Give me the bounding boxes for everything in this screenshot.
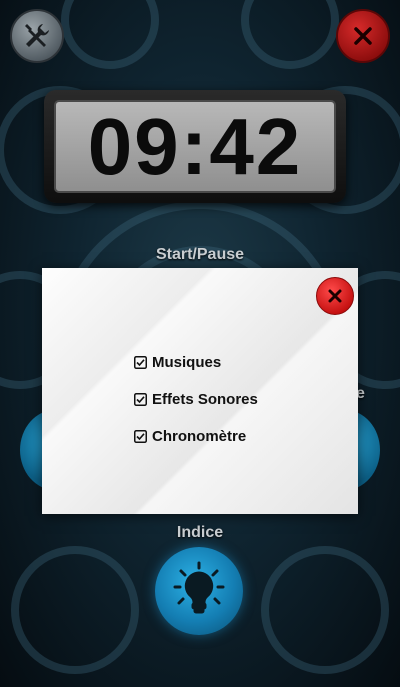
timer-screen: 09:42 — [54, 100, 336, 193]
close-icon — [328, 289, 342, 303]
option-chronometre[interactable]: Chronomètre — [134, 418, 258, 455]
option-musiques[interactable]: Musiques — [134, 344, 258, 381]
option-label: Musiques — [152, 354, 222, 371]
tools-icon — [25, 24, 49, 47]
option-label: Chronomètre — [152, 428, 247, 445]
settings-button[interactable] — [10, 9, 64, 63]
option-effets-sonores[interactable]: Effets Sonores — [134, 381, 258, 418]
checkbox-checked-icon[interactable] — [134, 393, 147, 406]
checkbox-checked-icon[interactable] — [134, 430, 147, 443]
start-pause-label: Start/Pause — [155, 246, 245, 263]
timer-display: 09:42 — [44, 90, 346, 203]
option-label: Effets Sonores — [152, 391, 258, 408]
modal-close-button[interactable] — [316, 277, 354, 315]
checkbox-checked-icon[interactable] — [134, 356, 147, 369]
settings-options: Musiques Effets Sonores Chronomètre — [134, 344, 258, 455]
close-icon — [354, 27, 372, 45]
settings-modal: Musiques Effets Sonores Chronomètre — [42, 268, 358, 514]
lightbulb-icon — [173, 561, 225, 614]
hint-label: Indice — [176, 524, 224, 541]
hint-button[interactable] — [155, 547, 243, 635]
timer-value: 09:42 — [87, 101, 303, 191]
close-button[interactable] — [336, 9, 390, 63]
